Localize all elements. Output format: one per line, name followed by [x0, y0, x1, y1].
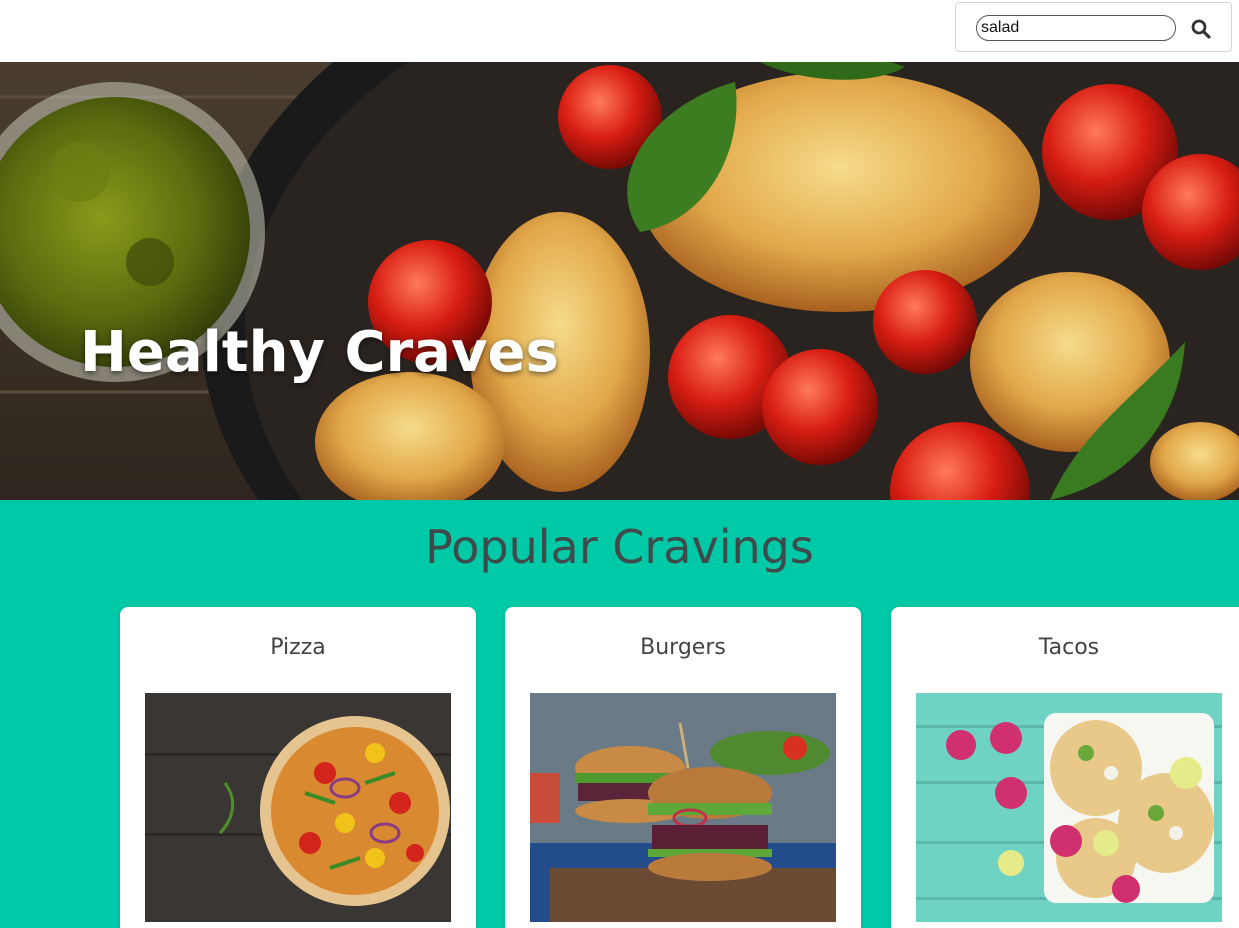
- hero-banner: Healthy Craves: [0, 62, 1239, 500]
- pizza-image[interactable]: [145, 693, 451, 922]
- search-input[interactable]: [976, 15, 1176, 41]
- search-button[interactable]: [1188, 16, 1214, 42]
- popular-section: Popular Cravings Pizza Burgers Tacos: [0, 500, 1239, 928]
- hero-food-image: [0, 62, 1239, 500]
- top-bar: [0, 0, 1239, 62]
- hero-title: Healthy Craves: [80, 320, 559, 385]
- tacos-image[interactable]: [916, 693, 1222, 922]
- card-title: Pizza: [270, 635, 326, 660]
- card-tacos[interactable]: Tacos: [891, 607, 1239, 928]
- search-form: [955, 2, 1232, 52]
- section-title: Popular Cravings: [425, 520, 814, 574]
- search-icon: [1191, 19, 1211, 39]
- card-title: Tacos: [1038, 635, 1100, 660]
- burgers-image[interactable]: [530, 693, 836, 922]
- card-burgers[interactable]: Burgers: [505, 607, 861, 928]
- card-title: Burgers: [640, 635, 726, 660]
- card-pizza[interactable]: Pizza: [120, 607, 476, 928]
